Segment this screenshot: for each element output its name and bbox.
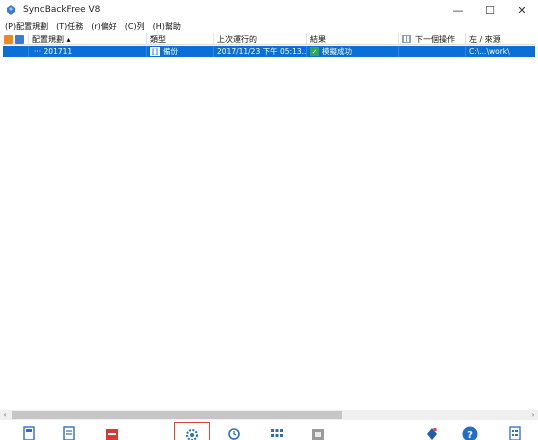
- column-header-profile[interactable]: 配置規劃 ▴: [29, 33, 147, 45]
- title-bar: SyncBackFree V8 — ☐ ✕: [0, 0, 538, 20]
- menu-profile[interactable]: (P)配置規劃: [5, 21, 48, 32]
- row-profile-name: ··· 201711: [29, 46, 147, 57]
- orange-square-icon[interactable]: [4, 34, 13, 44]
- grid-view-button[interactable]: [262, 422, 292, 440]
- syncback-app-icon: [7, 5, 15, 15]
- settings-gear-icon: [186, 429, 198, 440]
- help-button[interactable]: ?: [455, 422, 485, 440]
- menu-task[interactable]: (T)任務: [56, 21, 83, 32]
- history-icon: [228, 428, 240, 440]
- success-check-icon: ✓: [310, 47, 319, 56]
- menu-help[interactable]: (H)幫助: [153, 21, 181, 32]
- minimize-button[interactable]: —: [442, 0, 474, 20]
- row-next-run: [399, 46, 466, 57]
- row-last-run: 2017/11/23 下午 05:13...: [214, 46, 307, 57]
- bottom-toolbar: ?: [0, 420, 538, 440]
- close-button[interactable]: ✕: [506, 0, 538, 20]
- history-button[interactable]: [219, 422, 249, 440]
- row-result-cell: ✓ 模擬成功: [307, 46, 399, 57]
- row-result: 模擬成功: [322, 47, 352, 56]
- svg-text:?: ?: [467, 430, 473, 440]
- table-row[interactable]: ··· 201711 ⟦⟧ 備份 2017/11/23 下午 05:13... …: [3, 46, 535, 57]
- new-profile-icon: [23, 426, 35, 440]
- profile-list-header: 配置規劃 ▴ 類型 上次運行的 結果 下一個操作 左 / 來源: [3, 33, 535, 45]
- menu-preferences[interactable]: (r)偏好: [91, 21, 117, 32]
- help-icon: ?: [462, 426, 478, 440]
- menu-columns[interactable]: (C)列: [125, 21, 145, 32]
- scroll-right-arrow[interactable]: ›: [528, 410, 538, 420]
- column-header-last-run[interactable]: 上次運行的: [214, 33, 307, 45]
- delete-profile-icon: [106, 429, 118, 440]
- log-button[interactable]: [500, 422, 530, 440]
- stop-icon: [312, 429, 324, 440]
- row-type: 備份: [163, 47, 178, 56]
- row-type-cell: ⟦⟧ 備份: [147, 46, 214, 57]
- column-header-type[interactable]: 類型: [147, 33, 214, 45]
- blue-flag-icon[interactable]: [15, 34, 24, 44]
- settings-button[interactable]: [174, 422, 210, 440]
- grid-view-icon: [271, 429, 283, 437]
- diamond-button[interactable]: [417, 422, 447, 440]
- column-header-next-run[interactable]: 下一個操作: [399, 33, 466, 45]
- horizontal-scrollbar[interactable]: ‹ ›: [0, 410, 538, 420]
- log-icon: [509, 426, 521, 440]
- window-controls: — ☐ ✕: [442, 0, 538, 20]
- grid-icon: [402, 35, 411, 43]
- maximize-button[interactable]: ☐: [474, 0, 506, 20]
- column-header-source[interactable]: 左 / 來源: [466, 33, 535, 45]
- modify-profile-icon: [63, 426, 75, 440]
- backup-type-icon: ⟦⟧: [150, 47, 160, 56]
- row-source: C:\...\work\: [469, 47, 510, 56]
- row-icons-cell: [3, 46, 29, 57]
- modify-profile-button[interactable]: [54, 422, 84, 440]
- scroll-left-arrow[interactable]: ‹: [0, 410, 10, 420]
- stop-button[interactable]: [303, 422, 333, 440]
- window-title: SyncBackFree V8: [23, 5, 101, 15]
- new-profile-button[interactable]: [14, 422, 44, 440]
- column-header-result[interactable]: 結果: [307, 33, 399, 45]
- scrollbar-thumb[interactable]: [12, 411, 342, 419]
- header-icons: [3, 33, 29, 45]
- diamond-icon: [427, 428, 437, 440]
- column-header-next-run-label: 下一個操作: [415, 34, 455, 44]
- delete-profile-button[interactable]: [97, 422, 127, 440]
- menu-bar: (P)配置規劃 (T)任務 (r)偏好 (C)列 (H)幫助: [0, 20, 538, 33]
